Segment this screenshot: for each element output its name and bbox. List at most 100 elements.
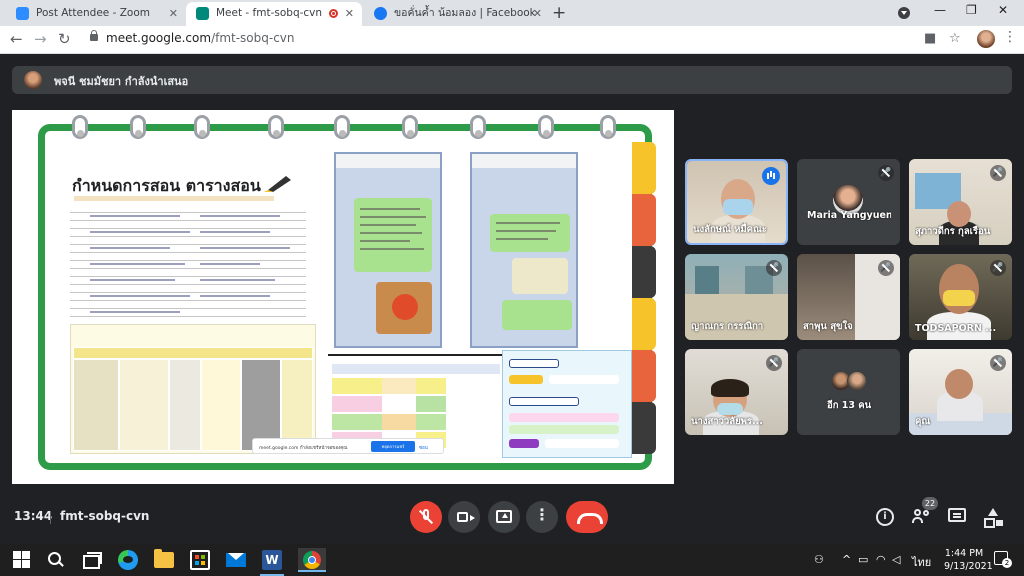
wifi-icon[interactable]: ◠ [876, 553, 886, 566]
tab-title: Post Attendee - Zoom [36, 7, 150, 19]
participant-tile[interactable]: 🎤 นางสาววลัยพร... [685, 349, 788, 435]
task-view-icon[interactable] [82, 550, 102, 570]
new-tab-button[interactable]: + [552, 3, 566, 23]
more-participants-tile[interactable]: อีก 13 คน [797, 349, 900, 435]
mic-off-icon: 🎤 [990, 165, 1006, 181]
mic-off-icon: 🎤 [766, 260, 782, 276]
binder-ring [72, 115, 88, 139]
present-icon [496, 510, 512, 523]
chat-icon[interactable] [948, 508, 966, 522]
tab-zoom[interactable]: Post Attendee - Zoom ✕ [6, 2, 186, 26]
restore-button[interactable]: ❐ [966, 3, 977, 17]
more-options-button[interactable]: ⋮ [526, 501, 558, 533]
meeting-code: fmt-sobq-cvn [60, 509, 150, 523]
close-icon[interactable]: ✕ [345, 2, 354, 25]
presenter-label: พจนี ชมมัชยา กำลังนำเสนอ [54, 75, 189, 88]
participant-name: ญาณกร กรรณิกา [691, 321, 764, 332]
store-icon[interactable] [190, 550, 210, 570]
mic-off-icon: 🎤 [766, 355, 782, 371]
binder-ring [538, 115, 554, 139]
divider [50, 511, 51, 524]
word-icon[interactable]: W [262, 550, 282, 570]
participant-name: อีก 13 คน [827, 400, 872, 411]
timetable-image [70, 324, 316, 454]
participant-tile[interactable]: นงลักษณ์ หมื่คณะ [685, 159, 788, 245]
forward-icon[interactable]: → [34, 30, 47, 48]
back-icon[interactable]: ← [10, 30, 23, 48]
bookmark-star-icon[interactable]: ☆ [949, 31, 961, 46]
participant-name: นงลักษณ์ หมื่คณะ [693, 224, 767, 235]
people-tray-icon[interactable]: ⚇ [814, 553, 824, 566]
participant-tile[interactable]: 🎤 ญาณกร กรรณิกา [685, 254, 788, 340]
speaking-indicator-icon [762, 167, 780, 185]
binder-ring [402, 115, 418, 139]
presenter-bar: พจนี ชมมัชยา กำลังนำเสนอ [12, 66, 1012, 94]
recording-icon [329, 9, 338, 18]
show-hidden-icons-icon[interactable]: ^ [842, 553, 851, 566]
meeting-time: 13:44 [14, 509, 53, 523]
mail-icon[interactable] [226, 553, 246, 567]
binder-ring [600, 115, 616, 139]
participant-tile[interactable]: 🎤 คุณ [909, 349, 1012, 435]
tab-meet[interactable]: Meet - fmt-sobq-cvn ✕ [186, 2, 362, 26]
tab-title: ขอคั่นค้ำ น้อมลอง | Facebook [394, 7, 536, 19]
meeting-details-icon[interactable]: i [876, 508, 894, 526]
edge-browser-icon[interactable] [118, 550, 138, 570]
participant-tile[interactable]: 🎤 สาพุน สุขใจ [797, 254, 900, 340]
close-icon[interactable]: ✕ [533, 2, 542, 25]
participant-name: นางสาววลัยพร... [691, 416, 763, 427]
network-icon[interactable]: ▭ [858, 553, 868, 566]
windows-start-icon[interactable] [12, 550, 32, 570]
browser-menu-icon[interactable]: ⋮ [1003, 29, 1017, 45]
binder-tab [632, 246, 656, 298]
mic-off-icon: 🎤 [990, 260, 1006, 276]
system-clock[interactable]: 1:44 PM 9/13/2021 [944, 547, 993, 573]
shared-screen: กำหนดการสอน ตารางสอน meet.google.com กำล… [12, 110, 674, 484]
binder-ring [334, 115, 350, 139]
chat-screenshot [334, 152, 442, 348]
mic-off-icon: 🎤 [878, 165, 894, 181]
people-count-badge: 22 [922, 497, 938, 510]
leave-call-button[interactable] [566, 501, 608, 533]
input-language[interactable]: ไทย [912, 553, 931, 571]
participant-tile[interactable]: 🎤 Maria Yangyuen [797, 159, 900, 245]
reload-icon[interactable]: ↻ [58, 30, 71, 48]
binder-tab [632, 350, 656, 402]
participant-name: TODSAPORN ... [915, 323, 997, 334]
search-icon[interactable] [46, 550, 66, 570]
participant-tile[interactable]: 🎤 สุภาวดีกร กุลเรือน [909, 159, 1012, 245]
url-field[interactable]: meet.google.com/fmt-sobq-cvn [80, 29, 970, 51]
chrome-icon[interactable] [298, 548, 326, 572]
profile-avatar[interactable] [977, 30, 995, 48]
binder-ring [194, 115, 210, 139]
screen-share-notice: meet.google.com กำลังแชร์หน้าจอของคุณ หย… [252, 438, 444, 454]
minimize-button[interactable]: — [934, 3, 946, 17]
people-icon[interactable] [912, 509, 930, 523]
binder-ring [268, 115, 284, 139]
file-explorer-icon[interactable] [154, 549, 174, 568]
activities-icon[interactable] [984, 508, 1002, 528]
stop-sharing-button[interactable]: หยุดการแชร์ [371, 441, 415, 452]
url-text: meet.google.com/fmt-sobq-cvn [106, 31, 295, 45]
participant-name: สาพุน สุขใจ [803, 321, 853, 332]
lock-icon [90, 30, 98, 41]
present-now-button[interactable] [488, 501, 520, 533]
participant-name: Maria Yangyuen [807, 210, 891, 221]
close-icon[interactable]: ✕ [169, 2, 178, 25]
tab-facebook[interactable]: ขอคั่นค้ำ น้อมลอง | Facebook ✕ [364, 2, 550, 26]
pencil-icon [264, 176, 291, 192]
microphone-toggle-button[interactable] [410, 501, 442, 533]
participant-tile[interactable]: 🎤 TODSAPORN ... [909, 254, 1012, 340]
close-window-button[interactable]: ✕ [998, 3, 1008, 17]
volume-icon[interactable]: ◁ [892, 553, 900, 566]
title-underline [74, 196, 274, 201]
avatar [847, 371, 867, 391]
camera-icon[interactable]: ■ [924, 31, 936, 46]
camera-toggle-button[interactable] [448, 501, 480, 533]
schedule-document [70, 206, 306, 324]
hide-notice-button[interactable]: ซ่อน [419, 444, 428, 451]
online-class-poster [502, 350, 632, 458]
clock-time: 1:44 PM [944, 548, 984, 559]
tab-search-icon[interactable] [898, 7, 910, 19]
binder-tab [632, 194, 656, 246]
